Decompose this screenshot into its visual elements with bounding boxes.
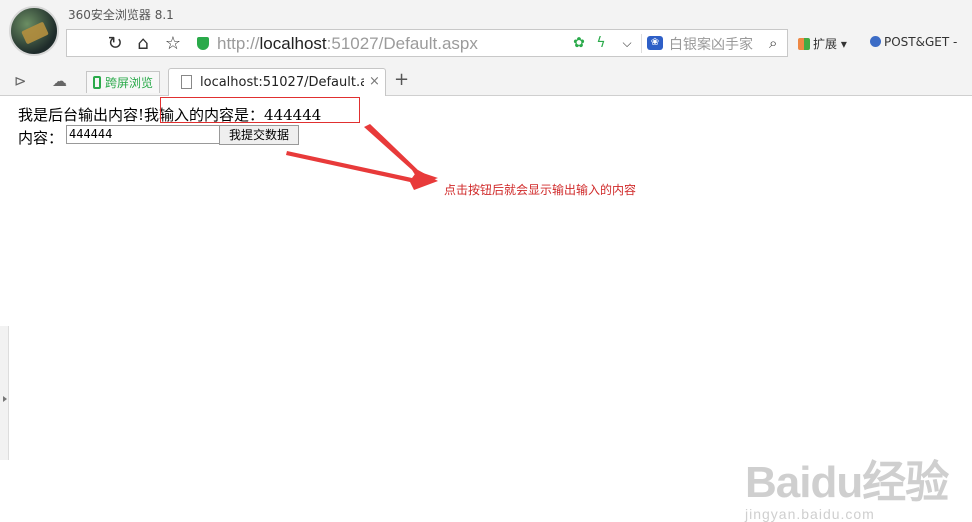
watermark-logo: Baidu经验 bbox=[745, 458, 949, 507]
baidu-watermark: Baidu经验 jingyan.baidu.com bbox=[745, 446, 949, 522]
annotation-arrows bbox=[286, 124, 438, 190]
side-panel-handle[interactable] bbox=[0, 326, 9, 460]
